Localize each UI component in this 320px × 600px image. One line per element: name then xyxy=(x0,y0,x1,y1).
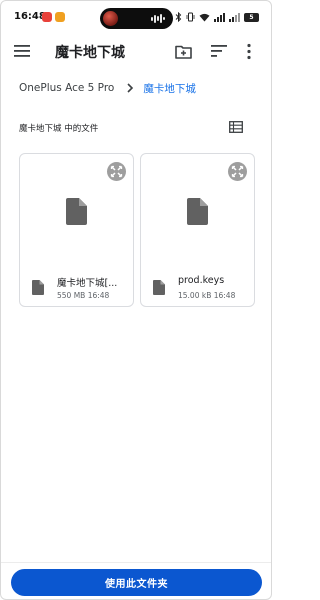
vibrate-icon xyxy=(186,12,195,22)
file-card[interactable]: 魔卡地下城[... 550 MB 16:48 xyxy=(19,153,134,307)
sort-icon[interactable] xyxy=(211,44,227,58)
breadcrumb-root[interactable]: OnePlus Ace 5 Pro xyxy=(19,82,114,94)
notification-app-icon xyxy=(42,12,52,22)
file-picker-screen: 16:48 5 魔卡地下城 OnePlus Ace 5 Pro 魔卡地下城 魔卡… xyxy=(0,0,272,600)
wifi-icon xyxy=(199,13,210,21)
new-folder-icon[interactable] xyxy=(175,43,192,60)
file-thumbnail-icon xyxy=(66,198,87,225)
file-name: prod.keys xyxy=(178,275,225,286)
file-type-icon xyxy=(153,280,165,295)
file-name: 魔卡地下城[... xyxy=(57,278,118,289)
audio-wave-icon xyxy=(151,14,165,23)
select-toggle-icon[interactable] xyxy=(228,162,247,181)
page-title: 魔卡地下城 xyxy=(55,45,125,61)
section-title: 魔卡地下城 中的文件 xyxy=(19,124,99,134)
chevron-right-icon xyxy=(127,83,134,93)
cellular-signal-icon xyxy=(214,12,225,22)
file-meta: 550 MB 16:48 xyxy=(57,291,110,300)
use-this-folder-button[interactable]: 使用此文件夹 xyxy=(11,569,262,596)
file-type-icon xyxy=(32,280,44,295)
file-card[interactable]: prod.keys 15.00 kB 16:48 xyxy=(140,153,255,307)
album-art-icon xyxy=(103,11,118,26)
menu-icon[interactable] xyxy=(14,44,30,58)
bluetooth-icon xyxy=(175,12,182,22)
notification-app-icon xyxy=(55,12,65,22)
dynamic-island[interactable] xyxy=(100,8,173,29)
cellular-signal-2-icon xyxy=(229,12,240,22)
list-view-icon[interactable] xyxy=(229,121,243,133)
status-bar: 16:48 5 xyxy=(1,1,271,35)
app-toolbar: 魔卡地下城 xyxy=(1,35,271,69)
breadcrumb: OnePlus Ace 5 Pro 魔卡地下城 xyxy=(19,80,196,96)
select-toggle-icon[interactable] xyxy=(107,162,126,181)
system-icons: 5 xyxy=(175,11,259,23)
breadcrumb-current[interactable]: 魔卡地下城 xyxy=(143,81,196,96)
file-thumbnail-icon xyxy=(187,198,208,225)
bottom-divider xyxy=(1,562,271,563)
file-meta: 15.00 kB 16:48 xyxy=(178,291,236,300)
battery-icon: 5 xyxy=(244,12,259,22)
more-vert-icon[interactable] xyxy=(246,43,252,60)
